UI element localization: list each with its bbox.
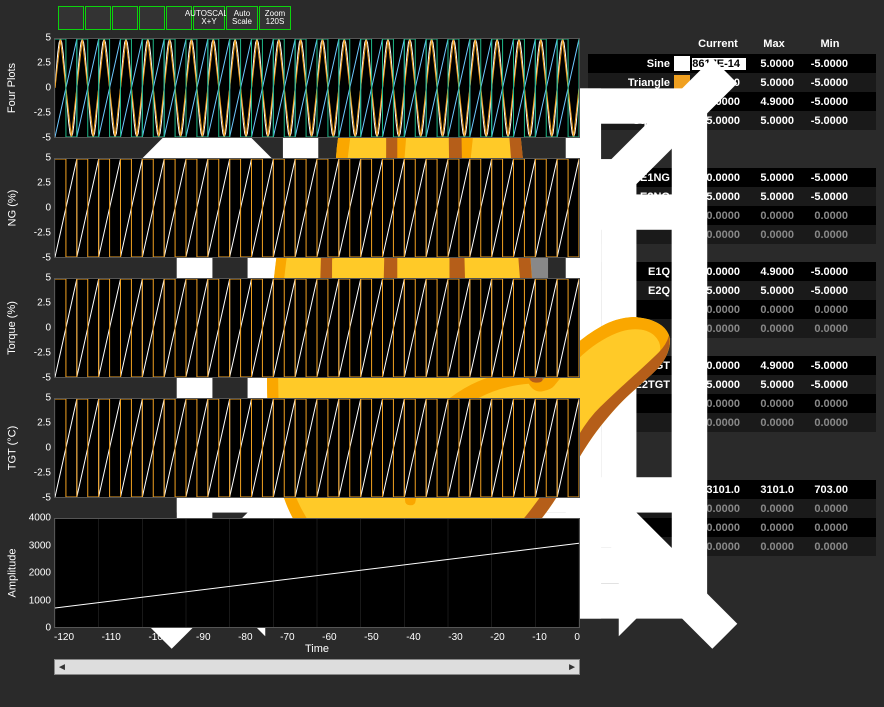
plot-ylabel: Torque (%): [6, 301, 18, 355]
ytick: 2000: [29, 568, 51, 579]
ytick: 5: [45, 393, 51, 404]
ytick: 0: [45, 203, 51, 214]
plot-3[interactable]: [54, 398, 580, 498]
ytick: 2.5: [37, 298, 51, 309]
ytick: -2.5: [34, 348, 51, 359]
ytick: 3000: [29, 540, 51, 551]
plot-ylabel: Amplitude: [6, 549, 18, 598]
ytick: -2.5: [34, 108, 51, 119]
ytick: 2.5: [37, 418, 51, 429]
ytick: -2.5: [34, 228, 51, 239]
ytick: 5: [45, 33, 51, 44]
ytick: 5: [45, 273, 51, 284]
ytick: 2.5: [37, 178, 51, 189]
ytick: 0: [45, 83, 51, 94]
plot-ylabel: Four Plots: [6, 63, 18, 113]
ytick: 1000: [29, 595, 51, 606]
ytick: 0: [45, 443, 51, 454]
ytick: 0: [45, 623, 51, 634]
plot-0[interactable]: [54, 38, 580, 138]
ytick: 4000: [29, 513, 51, 524]
ytick: -2.5: [34, 468, 51, 479]
ytick: 2.5: [37, 58, 51, 69]
pan-icon[interactable]: ✋: [166, 6, 192, 30]
plot-4[interactable]: [54, 518, 580, 628]
plot-2[interactable]: [54, 278, 580, 378]
ytick: 0: [45, 323, 51, 334]
ytick: 5: [45, 153, 51, 164]
plot-ylabel: TGT (°C): [6, 426, 18, 471]
ytick: -5: [42, 493, 51, 504]
plot-ylabel: NG (%): [6, 190, 18, 227]
toolbar: ✋AUTOSCALE X+YAuto ScaleZoom 120S: [0, 0, 884, 36]
ytick: -5: [42, 253, 51, 264]
ytick: -5: [42, 133, 51, 144]
ytick: -5: [42, 373, 51, 384]
plot-1[interactable]: [54, 158, 580, 258]
